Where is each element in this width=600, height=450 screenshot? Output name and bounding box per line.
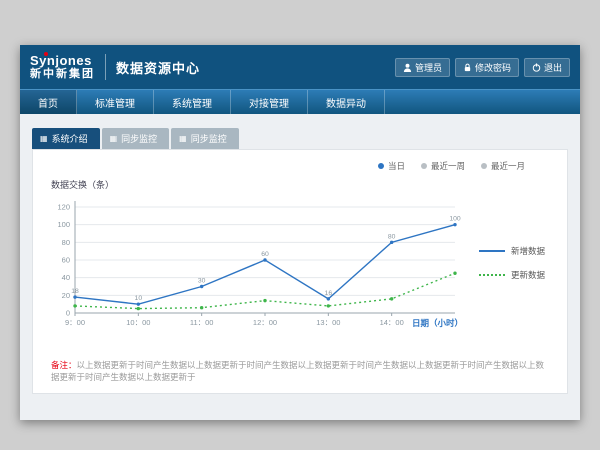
grid-icon: ▦	[40, 135, 48, 143]
logo-text-en: Synjones	[30, 54, 95, 68]
svg-text:100: 100	[57, 220, 70, 229]
footnote-text: 以上数据更新于时间产生数据以上数据更新于时间产生数据以上数据更新于时间产生数据以…	[51, 360, 544, 382]
top-header: Synjones 新中新集团 数据资源中心 管理员 修改密码	[20, 45, 580, 89]
nav-item-standard-mgmt[interactable]: 标准管理	[77, 90, 154, 114]
tab-sync-monitor-2-label: 同步监控	[191, 132, 227, 145]
svg-text:20: 20	[62, 291, 70, 300]
svg-text:40: 40	[62, 273, 70, 282]
legend-last-month-label: 最近一月	[491, 160, 525, 172]
app-window: Synjones 新中新集团 数据资源中心 管理员 修改密码	[20, 45, 580, 420]
tab-sync-monitor-1[interactable]: ▦ 同步监控	[102, 128, 170, 149]
tab-sync-monitor-2[interactable]: ▦ 同步监控	[171, 128, 239, 149]
grid-icon: ▦	[110, 135, 118, 143]
svg-text:12：00: 12：00	[253, 318, 277, 327]
user-icon	[403, 63, 412, 72]
nav-item-system-mgmt[interactable]: 系统管理	[154, 90, 231, 114]
logout-button[interactable]: 退出	[524, 58, 570, 77]
series-legend-updated-data[interactable]: 更新数据	[479, 269, 545, 281]
legend-dot-icon	[481, 163, 487, 169]
svg-text:16: 16	[325, 290, 333, 297]
nav-item-home[interactable]: 首页	[20, 90, 77, 114]
legend-item-today[interactable]: 当日	[378, 160, 405, 172]
tab-bar: ▦ 系统介绍 ▦ 同步监控 ▦ 同步监控	[32, 128, 568, 149]
svg-text:9：00: 9：00	[65, 318, 85, 327]
legend-item-last-week[interactable]: 最近一周	[421, 160, 465, 172]
footnote: 备注：以上数据更新于时间产生数据以上数据更新于时间产生数据以上数据更新于时间产生…	[45, 359, 555, 383]
logo-accent-dot	[44, 52, 48, 56]
change-password-label: 修改密码	[475, 61, 511, 74]
company-logo: Synjones 新中新集团	[30, 54, 95, 80]
grid-icon: ▦	[179, 135, 187, 143]
user-actions: 管理员 修改密码 退出	[395, 58, 570, 77]
svg-text:60: 60	[261, 251, 269, 258]
series-new-data-label: 新增数据	[511, 245, 545, 257]
content-area: ▦ 系统介绍 ▦ 同步监控 ▦ 同步监控 当日 最近一周	[20, 114, 580, 394]
logout-icon	[532, 63, 541, 72]
series-legend-new-data[interactable]: 新增数据	[479, 245, 545, 257]
svg-text:10: 10	[135, 295, 143, 302]
chart-row: 0 20 40 60 80 100 120 9：00 10：00 11：00 12：00 13：00 1…	[45, 193, 555, 333]
svg-text:日期（小时）: 日期（小时）	[412, 318, 463, 328]
svg-text:18: 18	[71, 288, 79, 295]
legend-last-week-label: 最近一周	[431, 160, 465, 172]
change-password-button[interactable]: 修改密码	[455, 58, 519, 77]
main-nav: 首页 标准管理 系统管理 对接管理 数据异动	[20, 89, 580, 114]
period-legend: 当日 最近一周 最近一月	[45, 158, 555, 172]
page-title: 数据资源中心	[116, 58, 200, 77]
lock-icon	[463, 63, 472, 72]
footnote-label: 备注：	[51, 360, 77, 370]
series-updated-data-label: 更新数据	[511, 269, 545, 281]
tab-system-intro[interactable]: ▦ 系统介绍	[32, 128, 100, 149]
svg-text:120: 120	[57, 203, 70, 212]
svg-text:80: 80	[62, 238, 70, 247]
solid-line-sample-icon	[479, 250, 505, 252]
legend-dot-icon	[421, 163, 427, 169]
svg-text:30: 30	[198, 278, 206, 285]
y-axis-title: 数据交换（条）	[51, 178, 555, 191]
header-divider	[105, 54, 106, 80]
svg-text:0: 0	[66, 309, 70, 318]
nav-item-docking-mgmt[interactable]: 对接管理	[231, 90, 308, 114]
legend-dot-icon	[378, 163, 384, 169]
series-legend: 新增数据 更新数据	[479, 245, 545, 281]
tab-sync-monitor-1-label: 同步监控	[121, 132, 157, 145]
chart-panel: 当日 最近一周 最近一月 数据交换（条） 0 20 40 60 80 100 120 9：00…	[32, 149, 568, 394]
svg-text:80: 80	[388, 233, 396, 240]
svg-text:11：00: 11：00	[190, 318, 214, 327]
nav-item-data-change[interactable]: 数据异动	[308, 90, 385, 114]
line-chart: 0 20 40 60 80 100 120 9：00 10：00 11：00 12：00 13：00 1…	[45, 193, 465, 333]
svg-text:14：00: 14：00	[380, 318, 404, 327]
logo-text-cn: 新中新集团	[30, 68, 95, 80]
admin-user-button[interactable]: 管理员	[395, 58, 450, 77]
svg-text:100: 100	[449, 216, 461, 223]
svg-text:60: 60	[62, 256, 70, 265]
legend-item-last-month[interactable]: 最近一月	[481, 160, 525, 172]
legend-today-label: 当日	[388, 160, 405, 172]
svg-text:13：00: 13：00	[316, 318, 340, 327]
admin-user-label: 管理员	[415, 61, 442, 74]
svg-text:10：00: 10：00	[126, 318, 150, 327]
logout-label: 退出	[544, 61, 562, 74]
tab-system-intro-label: 系统介绍	[52, 132, 88, 145]
dotted-line-sample-icon	[479, 274, 505, 276]
